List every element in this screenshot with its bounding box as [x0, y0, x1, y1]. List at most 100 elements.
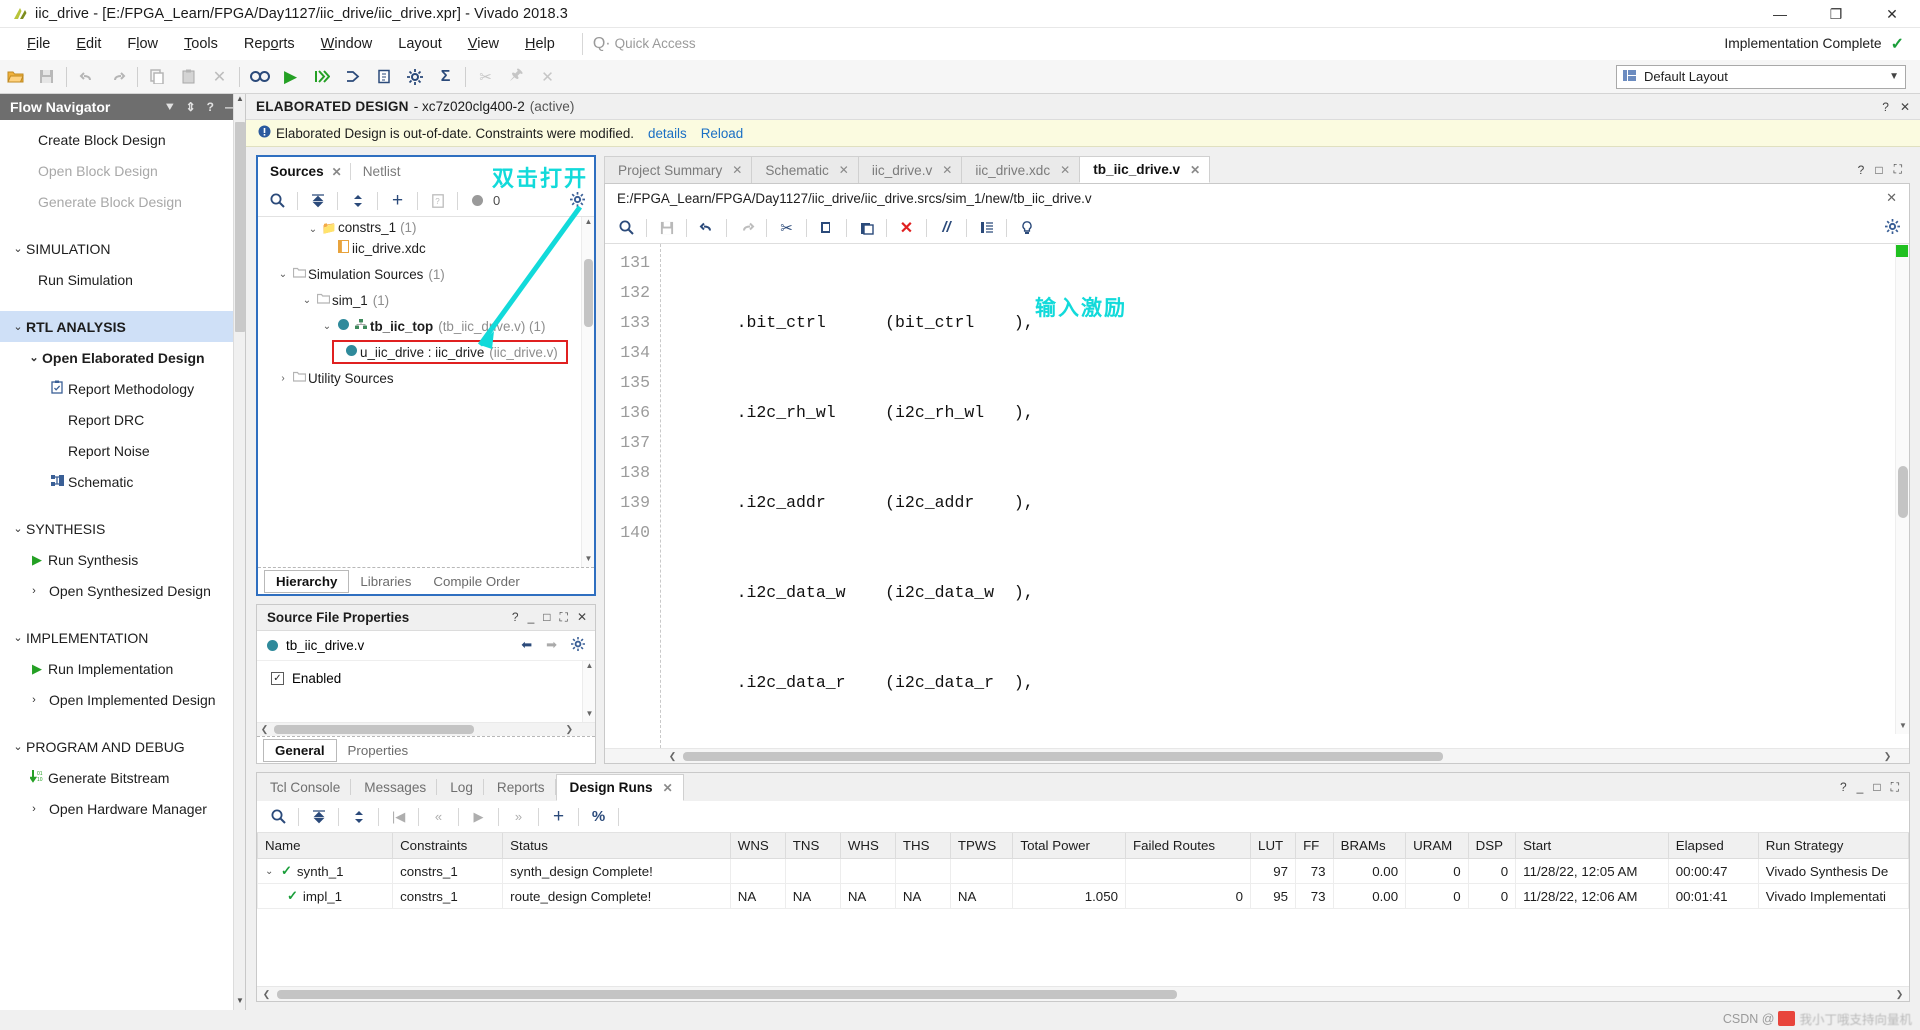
- maximize-panel-icon[interactable]: □: [1873, 780, 1880, 795]
- cut-icon[interactable]: ✂: [470, 63, 501, 91]
- close-icon[interactable]: ✕: [332, 165, 342, 179]
- tab-design-runs[interactable]: Design Runs ✕: [555, 774, 684, 801]
- close-icon[interactable]: ✕: [1190, 163, 1200, 177]
- save-icon[interactable]: [653, 216, 680, 240]
- table-row[interactable]: ⌄ ✓ synth_1 constrs_1 synth_design Compl…: [257, 858, 1909, 884]
- comment-icon[interactable]: //: [933, 216, 960, 240]
- forward-icon[interactable]: ➡: [546, 637, 557, 654]
- subtab-general[interactable]: General: [263, 738, 337, 762]
- help-icon[interactable]: ?: [1840, 780, 1847, 795]
- scroll-right-icon[interactable]: ❯: [1892, 989, 1907, 1000]
- help-icon[interactable]: ?: [1858, 163, 1865, 177]
- banner-reload-link[interactable]: Reload: [701, 126, 743, 141]
- code-area[interactable]: 131 132 133 134 135 136 137 138 139 140: [605, 244, 1909, 748]
- redo-icon[interactable]: [733, 216, 760, 240]
- tab-tb-iic-drive-v[interactable]: tb_iic_drive.v ✕: [1079, 156, 1211, 183]
- sidebar-item-open-elaborated-design[interactable]: ⌄ Open Elaborated Design: [0, 342, 245, 373]
- minimize-button[interactable]: —: [1752, 0, 1808, 28]
- maximize-panel-icon[interactable]: □: [543, 610, 550, 625]
- tree-row-tb-iic-top[interactable]: ⌄ tb_iic_top (tb_iic_drive.v) (1): [258, 313, 594, 339]
- flow-navigator-scrollbar[interactable]: ▲ ▼: [233, 94, 245, 1010]
- tab-project-summary[interactable]: Project Summary ✕: [604, 156, 753, 183]
- flow-icon[interactable]: [337, 63, 368, 91]
- col-start[interactable]: Start: [1515, 833, 1669, 859]
- scroll-down-icon[interactable]: ▼: [583, 709, 596, 722]
- copy-icon[interactable]: [813, 216, 840, 240]
- search-icon[interactable]: [613, 216, 640, 240]
- add-sources-icon[interactable]: +: [384, 189, 411, 213]
- close-icon[interactable]: ✕: [1900, 100, 1910, 114]
- sidebar-section-synthesis[interactable]: ⌄ SYNTHESIS: [0, 513, 245, 544]
- sidebar-item-generate-block-design[interactable]: Generate Block Design: [0, 186, 245, 217]
- sidebar-item-report-methodology[interactable]: Report Methodology: [0, 373, 245, 404]
- add-run-icon[interactable]: +: [545, 805, 572, 829]
- expand-all-icon[interactable]: [345, 805, 372, 829]
- sidebar-item-report-noise[interactable]: Report Noise: [0, 435, 245, 466]
- close-icon[interactable]: ✕: [732, 163, 742, 177]
- col-whs[interactable]: WHS: [839, 833, 896, 859]
- subtab-hierarchy[interactable]: Hierarchy: [264, 569, 350, 593]
- gear-icon[interactable]: [1885, 218, 1900, 237]
- tree-row-sim-1[interactable]: ⌄ sim_1 (1): [258, 287, 594, 313]
- file-placeholder-icon[interactable]: ?: [424, 189, 451, 213]
- search-icon[interactable]: [265, 805, 292, 829]
- enabled-checkbox-row[interactable]: ✓ Enabled: [271, 671, 595, 686]
- tab-tcl-console[interactable]: Tcl Console: [257, 774, 350, 801]
- expand-toggle-icon[interactable]: ⇕: [186, 100, 196, 115]
- pin-icon[interactable]: 🖈: [501, 63, 532, 91]
- scroll-left-icon[interactable]: ❮: [257, 724, 272, 735]
- close-icon[interactable]: ✕: [577, 610, 587, 625]
- report-icon[interactable]: [368, 63, 399, 91]
- step-icon[interactable]: [306, 63, 337, 91]
- scroll-left-icon[interactable]: ❮: [259, 989, 274, 1000]
- col-lut[interactable]: LUT: [1250, 833, 1297, 859]
- goggles-icon[interactable]: [244, 63, 275, 91]
- banner-details-link[interactable]: details: [648, 126, 687, 141]
- redo-icon[interactable]: [102, 63, 133, 91]
- float-panel-icon[interactable]: ⛶: [1894, 162, 1902, 177]
- menu-layout[interactable]: Layout: [385, 32, 455, 56]
- minimize-panel-icon[interactable]: _: [528, 610, 535, 625]
- sidebar-section-implementation[interactable]: ⌄ IMPLEMENTATION: [0, 622, 245, 653]
- maximize-panel-icon[interactable]: □: [1875, 163, 1882, 177]
- tree-row-constrs-1[interactable]: ⌄ 📁 constrs_1 (1): [258, 219, 594, 235]
- paste-icon[interactable]: [853, 216, 880, 240]
- sidebar-item-run-implementation[interactable]: ▶ Run Implementation: [0, 653, 245, 684]
- properties-hscrollbar[interactable]: ❮ ❯: [257, 722, 595, 736]
- col-elapsed[interactable]: Elapsed: [1667, 833, 1759, 859]
- scroll-thumb[interactable]: [683, 751, 1443, 761]
- code-text[interactable]: .bit_ctrl (bit_ctrl ), .i2c_rh_wl (i2c_r…: [661, 244, 1909, 748]
- scroll-thumb[interactable]: [277, 989, 1177, 999]
- delete-icon[interactable]: ✕: [893, 216, 920, 240]
- sidebar-item-generate-bitstream[interactable]: 01 10 Generate Bitstream: [0, 762, 245, 793]
- close-button[interactable]: ✕: [1864, 0, 1920, 28]
- col-ths[interactable]: THS: [894, 833, 951, 859]
- scroll-left-icon[interactable]: ❮: [665, 751, 680, 762]
- go-to-first-icon[interactable]: |◀: [385, 805, 412, 829]
- close-icon[interactable]: ✕: [1060, 163, 1070, 177]
- tab-schematic[interactable]: Schematic ✕: [751, 156, 859, 183]
- col-brams[interactable]: BRAMs: [1332, 833, 1407, 859]
- expand-all-icon[interactable]: [344, 189, 371, 213]
- launch-runs-icon[interactable]: ▶: [465, 805, 492, 829]
- sidebar-item-open-synthesized-design[interactable]: › Open Synthesized Design: [0, 575, 245, 606]
- scroll-up-icon[interactable]: ▲: [583, 661, 596, 674]
- bulb-icon[interactable]: [1013, 216, 1040, 240]
- undo-icon[interactable]: [693, 216, 720, 240]
- scroll-up-icon[interactable]: ▲: [234, 94, 246, 108]
- tab-sources[interactable]: Sources ✕: [258, 158, 350, 185]
- help-icon[interactable]: ?: [1882, 100, 1889, 114]
- sidebar-item-report-drc[interactable]: Report DRC: [0, 404, 245, 435]
- chevron-down-icon[interactable]: ▼: [1889, 71, 1899, 82]
- close-x-icon[interactable]: ✕: [532, 63, 563, 91]
- quick-access-input[interactable]: Q· Quick Access: [581, 32, 762, 55]
- col-wns[interactable]: WNS: [729, 833, 786, 859]
- chevron-down-icon[interactable]: ⌄: [265, 866, 276, 877]
- col-tpws[interactable]: TPWS: [949, 833, 1014, 859]
- col-total-power[interactable]: Total Power: [1012, 833, 1126, 859]
- col-run-strategy[interactable]: Run Strategy: [1757, 833, 1909, 859]
- sidebar-item-schematic[interactable]: Schematic: [0, 466, 245, 497]
- save-icon[interactable]: [31, 63, 62, 91]
- undo-icon[interactable]: [71, 63, 102, 91]
- scroll-right-icon[interactable]: ❯: [1880, 751, 1895, 762]
